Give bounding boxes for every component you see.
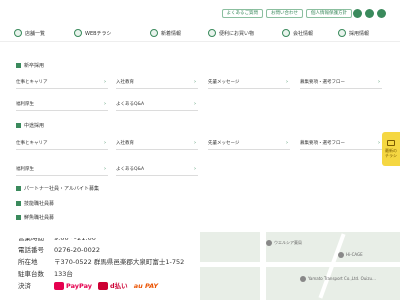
faq-link[interactable]: よくあるご質問 [221, 9, 263, 18]
nav-label: WEBチラシ [85, 30, 112, 37]
map-label: ウエルシア薬局 [274, 240, 302, 245]
section-title: 中途採用 [24, 123, 45, 129]
menu-link[interactable]: よくあるQ&A › [116, 99, 198, 111]
nav-convenient-shopping[interactable]: 便利にお買い物 [208, 29, 254, 37]
map-pin-icon [338, 252, 344, 258]
section-title: パートナー社員・アルバイト募集 [24, 186, 99, 192]
store-info: 営業時間 9:00 ～21:00 電話番号 0276-20-0022 所在地 〒370… [18, 238, 198, 292]
part-time-heading[interactable]: パートナー社員・アルバイト募集 [16, 185, 99, 192]
nav-company[interactable]: 会社情報 [282, 29, 313, 37]
menu-link[interactable]: 募集要項・選考フロー › [300, 77, 382, 89]
phone-number[interactable]: 0276-20-0022 [54, 244, 100, 256]
latest-flyer-tab[interactable]: 最新の チラシ [382, 132, 400, 166]
cart-icon [208, 29, 216, 37]
bullet-icon [16, 186, 21, 191]
menu-link[interactable]: 募集要項・選考フロー › [300, 138, 382, 150]
section-title: 鮮魚職社員募 [24, 215, 55, 221]
menu-link[interactable]: 福利厚生 › [16, 99, 108, 111]
nav-label: 採用情報 [349, 30, 370, 37]
privacy-link[interactable]: 個人情報保護方針 [306, 9, 352, 18]
new-grad-heading[interactable]: 新卒採用 [16, 62, 44, 69]
dbarai-icon [98, 282, 109, 290]
store-icon [14, 29, 22, 37]
tab-label: チラシ [385, 153, 397, 158]
nav-news[interactable]: 新着情報 [150, 29, 181, 37]
section-title: 新卒採用 [24, 63, 45, 69]
utility-links: よくあるご質問 お問い合わせ 個人情報保護方針 [221, 9, 352, 18]
section-title: 技能職社員募 [24, 201, 55, 207]
store-map[interactable]: ウエルシア薬局 Hi-CAGE Yamato Transport Co.,Ltd… [200, 232, 400, 300]
map-label: Yamato Transport Co.,Ltd. Ouizu... [308, 276, 376, 281]
recruit-mega-menu: 新卒採用 仕事とキャリア › 入社教育 › 先輩メッセージ › 募集要項・選考フロー ›… [10, 48, 390, 228]
menu-link[interactable]: 福利厚生 › [16, 164, 108, 176]
paypay-logo: PayPay [54, 280, 92, 292]
social-links [353, 9, 386, 18]
phone-row: 電話番号 0276-20-0022 [18, 244, 101, 256]
bullet-icon [16, 63, 21, 68]
news-icon [150, 29, 158, 37]
global-nav: 店舗一覧 WEBチラシ 新着情報 便利にお買い物 会社情報 採用情報 [0, 26, 400, 42]
menu-link[interactable]: 仕事とキャリア › [16, 77, 108, 89]
building-icon [282, 29, 290, 37]
nav-web-flyer[interactable]: WEBチラシ [74, 29, 111, 37]
instagram-icon[interactable] [353, 9, 362, 18]
contact-link[interactable]: お問い合わせ [266, 9, 303, 18]
nav-label: 会社情報 [293, 30, 314, 37]
map-pin-icon [300, 276, 306, 282]
menu-link[interactable]: 先輩メッセージ › [208, 138, 290, 150]
payment-row: 決済 PayPay d払い au PAY [18, 280, 159, 292]
nav-stores[interactable]: 店舗一覧 [14, 29, 45, 37]
skilled-staff-heading[interactable]: 技能職社員募 [16, 200, 54, 207]
parking-row: 駐車台数 133台 [18, 270, 73, 278]
nav-label: 店舗一覧 [25, 30, 46, 37]
menu-link[interactable]: 先輩メッセージ › [208, 77, 290, 89]
map-pin-icon [266, 240, 272, 246]
recruit-icon [338, 29, 346, 37]
flyer-icon [387, 140, 395, 146]
nav-recruit[interactable]: 採用情報 [338, 29, 369, 37]
map-label: Hi-CAGE [346, 252, 363, 257]
menu-link[interactable]: 入社教育 › [116, 138, 198, 150]
bullet-icon [16, 123, 21, 128]
bullet-icon [16, 215, 21, 220]
nav-label: 便利にお買い物 [219, 30, 255, 37]
flyer-icon [74, 29, 82, 37]
bullet-icon [16, 201, 21, 206]
mid-career-heading[interactable]: 中途採用 [16, 122, 44, 129]
aupay-logo: au PAY [133, 282, 159, 290]
paypay-icon [54, 282, 64, 290]
twitter-icon[interactable] [365, 9, 374, 18]
dbarai-logo: d払い [98, 280, 128, 292]
line-icon[interactable] [377, 9, 386, 18]
nav-label: 新着情報 [161, 30, 182, 37]
address-row: 所在地 〒370-0522 群馬県邑楽郡大泉町富士1-752 [18, 258, 185, 266]
menu-link[interactable]: 入社教育 › [116, 77, 198, 89]
fish-staff-heading[interactable]: 鮮魚職社員募 [16, 214, 54, 221]
menu-link[interactable]: 仕事とキャリア › [16, 138, 108, 150]
site-header: よくあるご質問 お問い合わせ 個人情報保護方針 [0, 0, 400, 26]
menu-link[interactable]: よくあるQ&A › [116, 164, 198, 176]
